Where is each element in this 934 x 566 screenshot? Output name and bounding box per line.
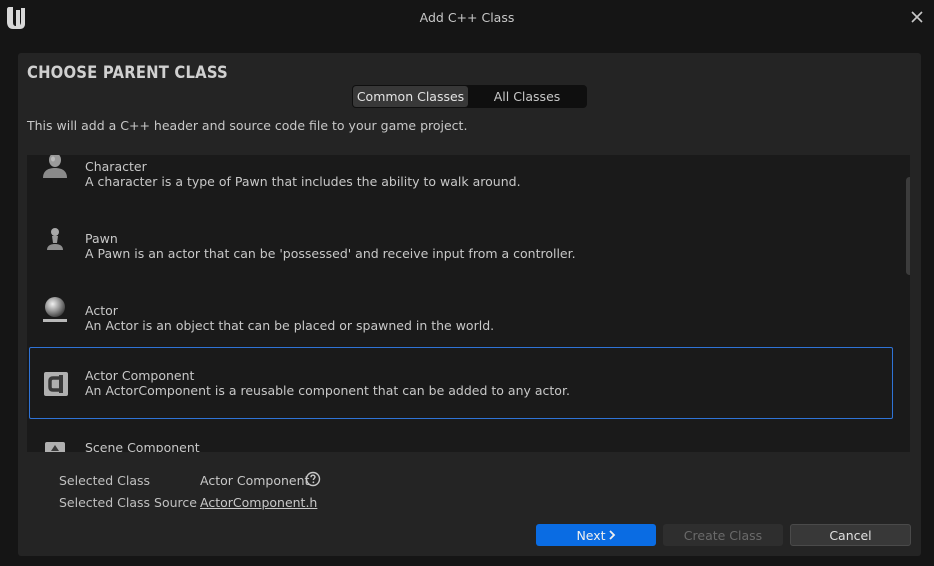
cancel-button[interactable]: Cancel xyxy=(790,524,911,546)
class-item-name: Scene Component xyxy=(85,440,200,452)
list-scrollbar-thumb[interactable] xyxy=(906,177,910,275)
class-item-description: A character is a type of Pawn that inclu… xyxy=(85,174,521,189)
class-item-actor-component[interactable]: Actor Component An ActorComponent is a r… xyxy=(29,347,893,419)
class-item-scene-component[interactable]: Scene Component xyxy=(27,416,899,452)
pawn-icon xyxy=(47,228,63,250)
selected-source-label: Selected Class Source xyxy=(59,495,197,510)
dialog-panel: CHOOSE PARENT CLASS Common Classes All C… xyxy=(18,53,921,556)
class-item-actor[interactable]: Actor An Actor is an object that can be … xyxy=(27,272,899,344)
next-button[interactable]: Next xyxy=(536,524,656,546)
page-title: CHOOSE PARENT CLASS xyxy=(27,63,228,82)
selected-class-value: Actor Component xyxy=(200,473,310,488)
character-icon xyxy=(43,155,67,178)
selected-class-label: Selected Class xyxy=(59,473,151,488)
class-item-pawn[interactable]: Pawn A Pawn is an actor that can be 'pos… xyxy=(27,200,899,272)
window-title: Add C++ Class xyxy=(419,10,515,25)
class-item-name: Actor Component xyxy=(85,368,195,383)
dialog-description: This will add a C++ header and source co… xyxy=(27,118,468,133)
class-item-name: Pawn xyxy=(85,231,118,246)
close-icon[interactable] xyxy=(908,8,926,26)
tab-common-classes[interactable]: Common Classes xyxy=(353,86,468,107)
title-bar: Add C++ Class xyxy=(0,0,934,36)
class-item-description: A Pawn is an actor that can be 'possesse… xyxy=(85,246,576,261)
class-scope-toggle: Common Classes All Classes xyxy=(352,85,587,108)
class-item-description: An ActorComponent is a reusable componen… xyxy=(85,383,570,398)
class-item-name: Character xyxy=(85,159,147,174)
chevron-right-icon xyxy=(608,530,615,540)
create-class-button[interactable]: Create Class xyxy=(663,524,783,546)
class-item-character[interactable]: Character A character is a type of Pawn … xyxy=(27,155,899,200)
parent-class-list: Character A character is a type of Pawn … xyxy=(27,155,910,452)
tab-all-classes[interactable]: All Classes xyxy=(468,86,586,107)
class-item-name: Actor xyxy=(85,303,118,318)
next-button-label: Next xyxy=(576,527,606,543)
scene-component-icon xyxy=(45,442,65,452)
actor-component-icon xyxy=(44,372,68,396)
actor-icon xyxy=(43,297,67,322)
help-icon[interactable] xyxy=(305,471,321,487)
class-item-description: An Actor is an object that can be placed… xyxy=(85,318,495,333)
selected-source-link[interactable]: ActorComponent.h xyxy=(200,495,317,510)
